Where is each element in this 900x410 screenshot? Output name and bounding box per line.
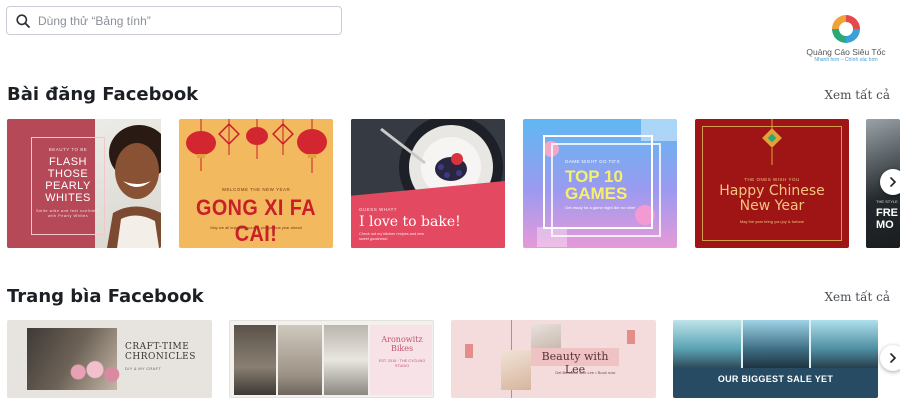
card-title: Happy Chinese New Year: [719, 183, 825, 214]
scroll-right-covers-button[interactable]: [880, 345, 900, 371]
card-footer: Smile wide and feel confident with Pearl…: [36, 209, 100, 218]
logo-name: Quảng Cáo Siêu Tốc: [806, 47, 886, 57]
search-bar[interactable]: [6, 6, 342, 35]
decor-block: [465, 344, 473, 358]
template-card-happy-chinese-new-year[interactable]: THE ONES WISH YOU Happy Chinese New Year…: [695, 119, 849, 248]
cover-card-our-biggest-sale-yet[interactable]: OUR BIGGEST SALE YET: [673, 320, 878, 398]
cover-card-aronowitz-bikes[interactable]: Aronowitz Bikes EST. 2016 · THE CYCLING …: [229, 320, 434, 398]
chinese-knot-icon: [762, 119, 782, 165]
card-footer: May we all enjoy a joyous & prosperous y…: [210, 225, 302, 230]
bike-photo: [324, 325, 368, 395]
card-footer: Get ready for a game night like no other: [565, 205, 636, 210]
card-title: I love to bake!: [359, 214, 461, 230]
cover-card-craft-time-chronicles[interactable]: CRAFT-TIME CHRONICLES DIY & MY CRAFT: [7, 320, 212, 398]
chevron-right-icon: [890, 177, 897, 187]
bike-photo: [278, 325, 322, 395]
template-card-flash-pearly-whites[interactable]: BEAUTY TO BE FLASH THOSE PEARLY WHITES S…: [7, 119, 161, 248]
card-eyebrow: THE ONES WISH YOU: [744, 177, 800, 182]
search-input[interactable]: [38, 13, 318, 28]
people-photo: [811, 320, 878, 368]
logo-swirl-icon: [832, 15, 860, 43]
decor-block: [627, 330, 635, 344]
section-title-facebook-covers: Trang bìa Facebook: [7, 286, 204, 307]
card-title: CRAFT-TIME CHRONICLES: [125, 342, 196, 362]
brand-logo: Quảng Cáo Siêu Tốc Nhanh hơn – Chính xác…: [800, 12, 892, 68]
card-footer: DIY & MY CRAFT: [125, 366, 162, 371]
template-card-i-love-to-bake[interactable]: GUESS WHAT? I love to bake! Check out my…: [351, 119, 505, 248]
card-title: GONG XI FA CAI!: [195, 195, 317, 246]
card-title: TOP 10 GAMES: [565, 167, 628, 203]
bike-photo: [234, 325, 276, 395]
card-eyebrow: BEAUTY TO BE: [48, 147, 88, 152]
card-footer: Check out my kitchen recipes and new swe…: [359, 232, 425, 241]
scroll-right-posts-button[interactable]: [880, 169, 900, 195]
search-icon: [16, 13, 30, 28]
card-title: OUR BIGGEST SALE YET: [717, 374, 834, 384]
flowers-image: [67, 360, 123, 384]
template-card-top-10-games[interactable]: GAME NIGHT GO TO'S TOP 10 GAMES Get read…: [523, 119, 677, 248]
card-footer: Get Beautiful with Lee • Book now: [555, 370, 616, 375]
portrait-photo: [531, 324, 561, 348]
see-all-facebook-posts-link[interactable]: Xem tất cả: [824, 88, 890, 102]
card-eyebrow: THE STYLE: [876, 199, 898, 204]
people-photo: [743, 320, 809, 368]
portrait-photo: [501, 350, 531, 390]
card-title: FRE MO: [876, 207, 898, 231]
template-card-gong-xi-fa-cai[interactable]: WELCOME THE NEW YEAR GONG XI FA CAI! May…: [179, 119, 333, 248]
card-title: FLASH THOSE PEARLY WHITES: [45, 156, 91, 204]
card-eyebrow: WELCOME THE NEW YEAR: [221, 187, 291, 192]
see-all-facebook-covers-link[interactable]: Xem tất cả: [824, 290, 890, 304]
cover-card-beauty-with-lee[interactable]: Beauty with Lee Get Beautiful with Lee •…: [451, 320, 656, 398]
card-title: Aronowitz Bikes: [381, 335, 423, 353]
card-footer: EST. 2016 · THE CYCLING STUDIO: [378, 359, 426, 368]
people-photo: [673, 320, 741, 368]
smiling-woman-image: [107, 125, 161, 248]
card-eyebrow: GUESS WHAT?: [359, 207, 397, 212]
chevron-right-icon: [890, 353, 897, 363]
logo-tagline: Nhanh hơn – Chính xác hơn: [814, 57, 878, 63]
section-title-facebook-posts: Bài đăng Facebook: [7, 84, 199, 105]
lanterns-icon: [186, 119, 327, 173]
card-eyebrow: GAME NIGHT GO TO'S: [565, 159, 621, 164]
card-footer: May the year bring you joy & fortune: [739, 219, 805, 224]
